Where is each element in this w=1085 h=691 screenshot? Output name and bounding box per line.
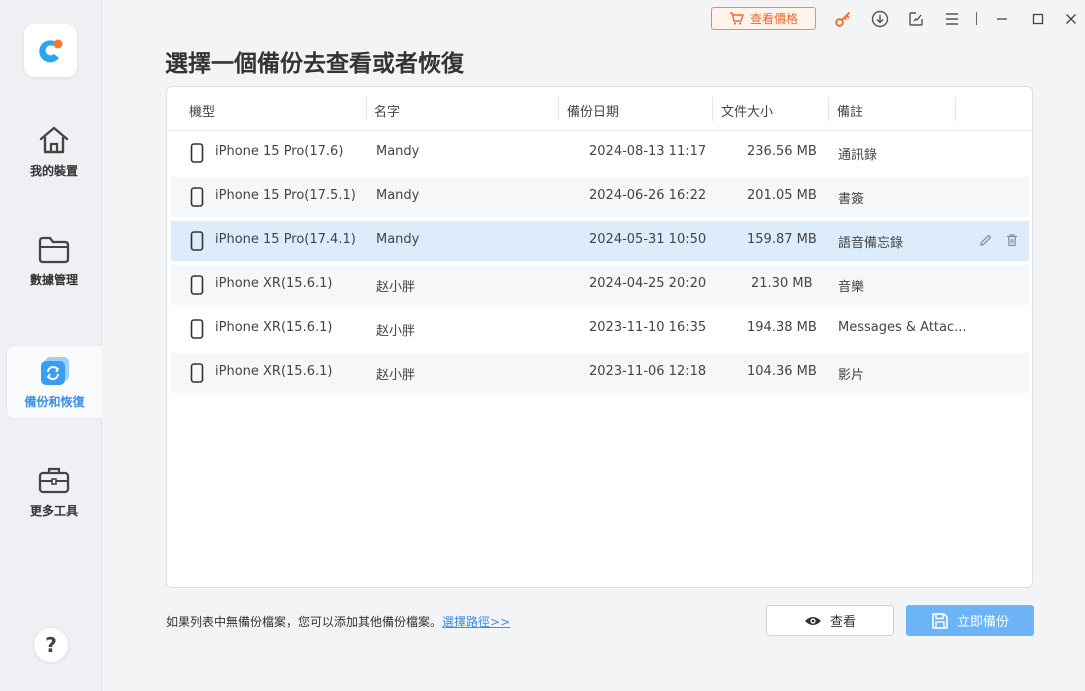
app-logo [24,24,77,77]
folder-icon [38,236,70,263]
phone-icon [190,319,204,339]
table-row[interactable]: iPhone XR(15.6.1) 赵小胖 2023-11-10 16:35 1… [171,309,1029,349]
maximize-icon[interactable] [1029,10,1047,28]
cell-model: iPhone 15 Pro(17.4.1) [215,232,356,247]
footer-note: 如果列表中無備份檔案，您可以添加其他備份檔案。選擇路徑>> [166,613,510,630]
cell-size: 159.87 MB [747,232,817,247]
home-icon [39,126,69,153]
cell-date: 2024-04-25 20:20 [589,276,707,291]
cell-note: 音樂 [838,280,865,295]
backup-now-label: 立即備份 [956,615,1009,630]
help-button[interactable]: ? [33,627,69,663]
view-price-button[interactable]: 查看價格 [711,7,816,30]
sidebar-item-label: 備份和恢復 [24,394,85,409]
cell-date: 2024-05-31 10:50 [589,232,707,247]
feedback-icon[interactable] [907,10,925,28]
column-header-size[interactable]: 文件大小 [721,101,773,120]
select-path-link[interactable]: 選擇路徑>> [442,615,510,629]
cell-model: iPhone 15 Pro(17.6) [215,144,344,159]
cell-note: 影片 [838,368,865,383]
sidebar-item-more-tools[interactable]: 更多工具 [6,454,102,528]
backup-now-button[interactable]: 立即備份 [906,605,1034,636]
cell-note: 書簽 [838,192,865,207]
column-header-model[interactable]: 機型 [189,101,215,120]
column-divider [828,97,829,121]
cell-model: iPhone XR(15.6.1) [215,320,333,335]
cell-size: 236.56 MB [747,144,817,159]
phone-icon [190,363,204,383]
cell-note: 語音備忘錄 [838,236,904,251]
column-divider [955,97,956,121]
cart-icon [729,12,744,25]
sidebar-item-my-device[interactable]: 我的裝置 [6,114,102,188]
cell-name: 赵小胖 [376,280,416,295]
sidebar-item-label: 更多工具 [29,503,78,518]
table-row-selected[interactable]: iPhone 15 Pro(17.4.1) Mandy 2024-05-31 1… [171,221,1029,261]
column-header-name[interactable]: 名字 [374,101,400,120]
minimize-icon[interactable] [993,10,1011,28]
column-divider [366,97,367,121]
phone-icon [190,187,204,207]
sidebar-item-data-management[interactable]: 數據管理 [6,224,102,298]
cell-name: 赵小胖 [376,368,416,383]
backup-table: 機型 名字 備份日期 文件大小 備註 iPhone 15 Pro(17.6) M… [166,86,1033,588]
table-header: 機型 名字 備份日期 文件大小 備註 [167,87,1032,131]
eye-icon [804,616,821,625]
cell-date: 2023-11-10 16:35 [589,320,707,335]
delete-icon[interactable] [1005,233,1019,247]
sidebar: 我的裝置 數據管理 備份和恢復 更多工具 ? [0,0,102,691]
cell-model: iPhone XR(15.6.1) [215,276,333,291]
cell-size: 201.05 MB [747,188,817,203]
cell-date: 2023-11-06 12:18 [589,364,707,379]
phone-icon [190,143,204,163]
cell-name: Mandy [376,232,420,247]
column-divider [712,97,713,121]
cell-size: 21.30 MB [751,276,813,291]
cell-note: 通訊錄 [838,148,878,163]
sidebar-item-label: 數據管理 [29,272,78,287]
download-icon[interactable] [871,10,889,28]
view-button[interactable]: 查看 [766,605,894,636]
cell-model: iPhone XR(15.6.1) [215,364,333,379]
titlebar-divider [976,12,977,25]
cell-note: Messages & Attac... [838,320,967,335]
table-row[interactable]: iPhone 15 Pro(17.6) Mandy 2024-08-13 11:… [171,133,1029,173]
table-row[interactable]: iPhone XR(15.6.1) 赵小胖 2024-04-25 20:20 2… [171,265,1029,305]
cell-size: 194.38 MB [747,320,817,335]
edit-icon[interactable] [979,233,993,247]
table-row[interactable]: iPhone XR(15.6.1) 赵小胖 2023-11-06 12:18 1… [171,353,1029,393]
cell-name: Mandy [376,188,420,203]
save-icon [932,612,948,629]
cell-name: 赵小胖 [376,324,416,339]
close-icon[interactable] [1062,10,1080,28]
cell-date: 2024-06-26 16:22 [589,188,707,203]
phone-icon [190,231,204,251]
toolbox-icon [38,467,70,493]
menu-icon[interactable] [943,10,961,28]
cell-date: 2024-08-13 11:17 [589,144,707,159]
phone-icon [190,275,204,295]
column-header-date[interactable]: 備份日期 [567,101,619,120]
row-actions [979,233,1019,247]
key-icon[interactable] [834,10,852,28]
cell-model: iPhone 15 Pro(17.5.1) [215,188,356,203]
cell-size: 104.36 MB [747,364,817,379]
sidebar-item-label: 我的裝置 [29,163,78,178]
page-title: 選擇一個備份去查看或者恢復 [165,51,464,77]
column-divider [558,97,559,121]
footer-note-text: 如果列表中無備份檔案，您可以添加其他備份檔案。 [166,615,443,629]
column-header-note[interactable]: 備註 [837,101,863,120]
cell-name: Mandy [376,144,420,159]
backup-restore-icon [40,356,69,385]
view-price-label: 查看價格 [749,12,798,26]
app-logo-icon [38,39,62,62]
table-row[interactable]: iPhone 15 Pro(17.5.1) Mandy 2024-06-26 1… [171,177,1029,217]
sidebar-item-backup-restore[interactable]: 備份和恢復 [6,345,102,419]
view-button-label: 查看 [829,615,856,630]
